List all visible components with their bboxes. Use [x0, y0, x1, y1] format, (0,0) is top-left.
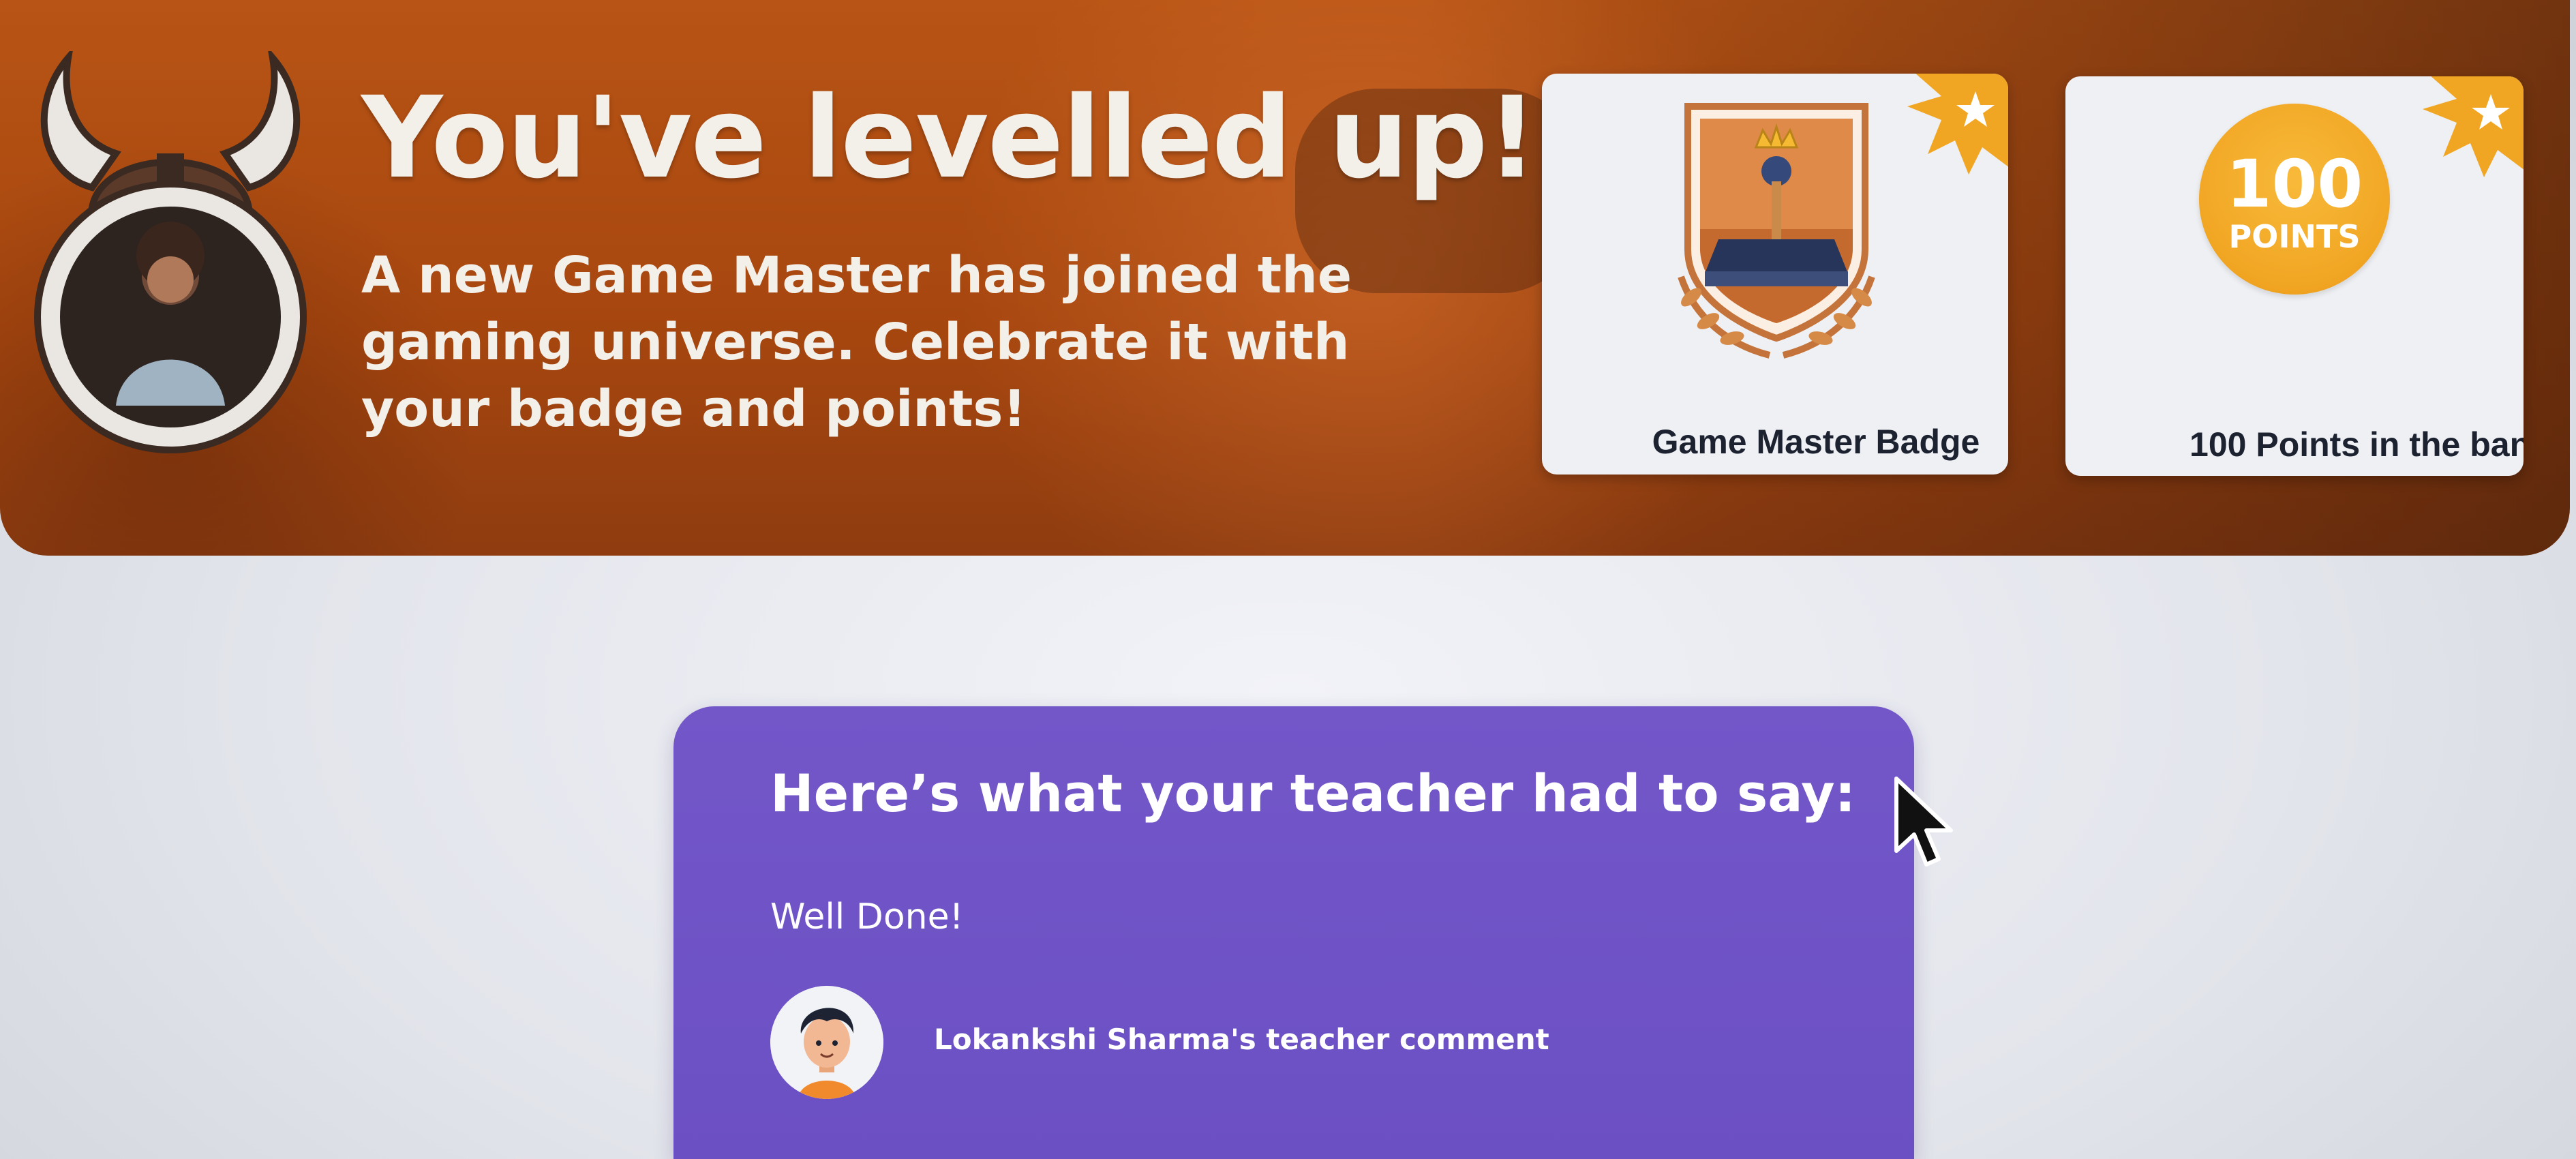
coin-value: 100: [2226, 146, 2363, 222]
points-reward-card: 100 POINTS 100 Points in the bank: [2065, 76, 2524, 476]
badge-label: Game Master Badge Unlocked: [1652, 423, 1980, 461]
star-ribbon-icon: [1907, 74, 2008, 175]
star-ribbon-icon: [2423, 76, 2524, 177]
points-label: 100 Points in the bank: [2189, 425, 2524, 464]
level-up-title: You've levelled up!: [361, 72, 1538, 203]
joystick-badge-icon: [1678, 103, 1875, 359]
points-coin-icon: 100 POINTS: [2199, 104, 2390, 295]
level-up-message: A new Game Master has joined the gaming …: [361, 246, 1352, 438]
level-up-banner: You've levelled up! A new Game Master ha…: [0, 0, 2570, 556]
student-avatar: [27, 51, 314, 460]
teacher-avatar: [770, 986, 883, 1099]
teacher-avatar-icon: [770, 986, 883, 1099]
viking-helmet-icon: [34, 51, 307, 453]
coin-unit: POINTS: [2228, 218, 2361, 255]
comment-text: Well Done!: [770, 897, 964, 937]
teacher-comment-author: Lokankshi Sharma's teacher comment: [934, 1023, 1549, 1056]
teacher-comment-panel: Here’s what your teacher had to say: Wel…: [673, 706, 1914, 1159]
comment-title: Here’s what your teacher had to say:: [770, 763, 1856, 824]
mouse-cursor-icon: [1894, 777, 1953, 867]
badge-reward-card: Game Master Badge Unlocked: [1542, 74, 2008, 475]
